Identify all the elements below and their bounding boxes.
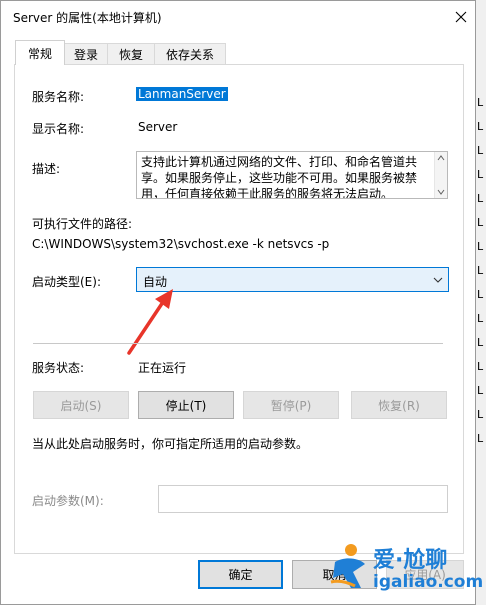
description-label: 描述:: [32, 162, 61, 176]
display-name-label: 显示名称:: [32, 122, 85, 136]
ok-button-label: 确定: [228, 568, 253, 582]
start-params-hint: 当从此处启动服务时，你可指定所适用的启动参数。: [32, 437, 309, 451]
start-button[interactable]: 启动(S): [33, 391, 129, 419]
watermark-logo-icon: [330, 544, 365, 588]
bg-fragment: L: [477, 432, 484, 445]
service-status-value: 正在运行: [138, 361, 187, 375]
bg-fragment: L: [477, 168, 484, 181]
service-name-value[interactable]: LanmanServer: [136, 87, 228, 101]
resume-button-label: 恢复(R): [378, 398, 420, 413]
ok-button[interactable]: 确定: [198, 560, 283, 589]
description-box[interactable]: 支持此计算机通过网络的文件、打印、和命名管道共享。如果服务停止，这些功能不可用。…: [136, 151, 448, 199]
bg-fragment: L: [477, 360, 484, 373]
startup-type-label: 启动类型(E):: [32, 275, 101, 289]
dialog-title: Server 的属性(本地计算机): [13, 11, 162, 25]
start-params-label: 启动参数(M):: [32, 494, 104, 508]
bg-fragment: L: [477, 216, 484, 229]
startup-type-select[interactable]: 自动: [136, 267, 449, 292]
pause-button[interactable]: 暂停(P): [243, 391, 339, 419]
start-button-label: 启动(S): [60, 398, 102, 413]
close-icon[interactable]: [449, 5, 473, 29]
bg-fragment: L: [477, 336, 484, 349]
general-tab-panel: [14, 64, 464, 554]
scroll-down-icon: [437, 189, 445, 195]
site-watermark: 爱·尬聊 igaliao.com: [329, 538, 483, 598]
tab-logon-label: 登录: [73, 48, 98, 62]
bg-fragment: L: [477, 144, 484, 157]
path-label: 可执行文件的路径:: [32, 217, 133, 231]
stop-button-label: 停止(T): [165, 398, 207, 413]
tab-recovery[interactable]: 恢复: [107, 43, 155, 65]
properties-dialog: Server 的属性(本地计算机) 常规 登录 恢复 依存关系 服务名称: La…: [0, 0, 476, 605]
bg-fragment: L: [477, 384, 484, 397]
tab-general[interactable]: 常规: [15, 40, 65, 65]
bg-fragment: L: [477, 120, 484, 133]
chevron-down-icon: [433, 277, 443, 283]
bg-fragment: L: [477, 264, 484, 277]
description-text: 支持此计算机通过网络的文件、打印、和命名管道共享。如果服务停止，这些功能不可用。…: [141, 155, 418, 199]
scroll-up-icon: [437, 155, 445, 161]
tab-general-label: 常规: [27, 46, 52, 61]
service-name-label: 服务名称:: [32, 90, 85, 104]
bg-fragment: L: [477, 240, 484, 253]
bg-fragment: L: [477, 192, 484, 205]
service-status-label: 服务状态:: [32, 361, 85, 375]
tab-recovery-label: 恢复: [118, 48, 143, 62]
tab-dependencies[interactable]: 依存关系: [154, 43, 226, 65]
resume-button[interactable]: 恢复(R): [351, 391, 447, 419]
title-bar[interactable]: Server 的属性(本地计算机): [1, 1, 475, 33]
start-params-input[interactable]: [158, 485, 448, 513]
watermark-text-bottom: igaliao.com: [373, 572, 484, 592]
path-value: C:\WINDOWS\system32\svchost.exe -k netsv…: [32, 237, 330, 251]
bg-fragment: L: [477, 96, 484, 109]
watermark-text-top: 爱·尬聊: [373, 548, 448, 573]
annotation-arrow-icon: [127, 289, 173, 355]
bg-fragment: L: [477, 312, 484, 325]
section-divider: [33, 343, 443, 344]
description-scrollbar[interactable]: [434, 152, 447, 198]
bg-fragment: L: [477, 408, 484, 421]
stop-button[interactable]: 停止(T): [138, 391, 234, 419]
bg-fragment: L: [477, 288, 484, 301]
display-name-value: Server: [138, 120, 178, 134]
tab-dependencies-label: 依存关系: [165, 48, 214, 62]
tab-logon[interactable]: 登录: [64, 43, 108, 65]
pause-button-label: 暂停(P): [270, 398, 312, 413]
